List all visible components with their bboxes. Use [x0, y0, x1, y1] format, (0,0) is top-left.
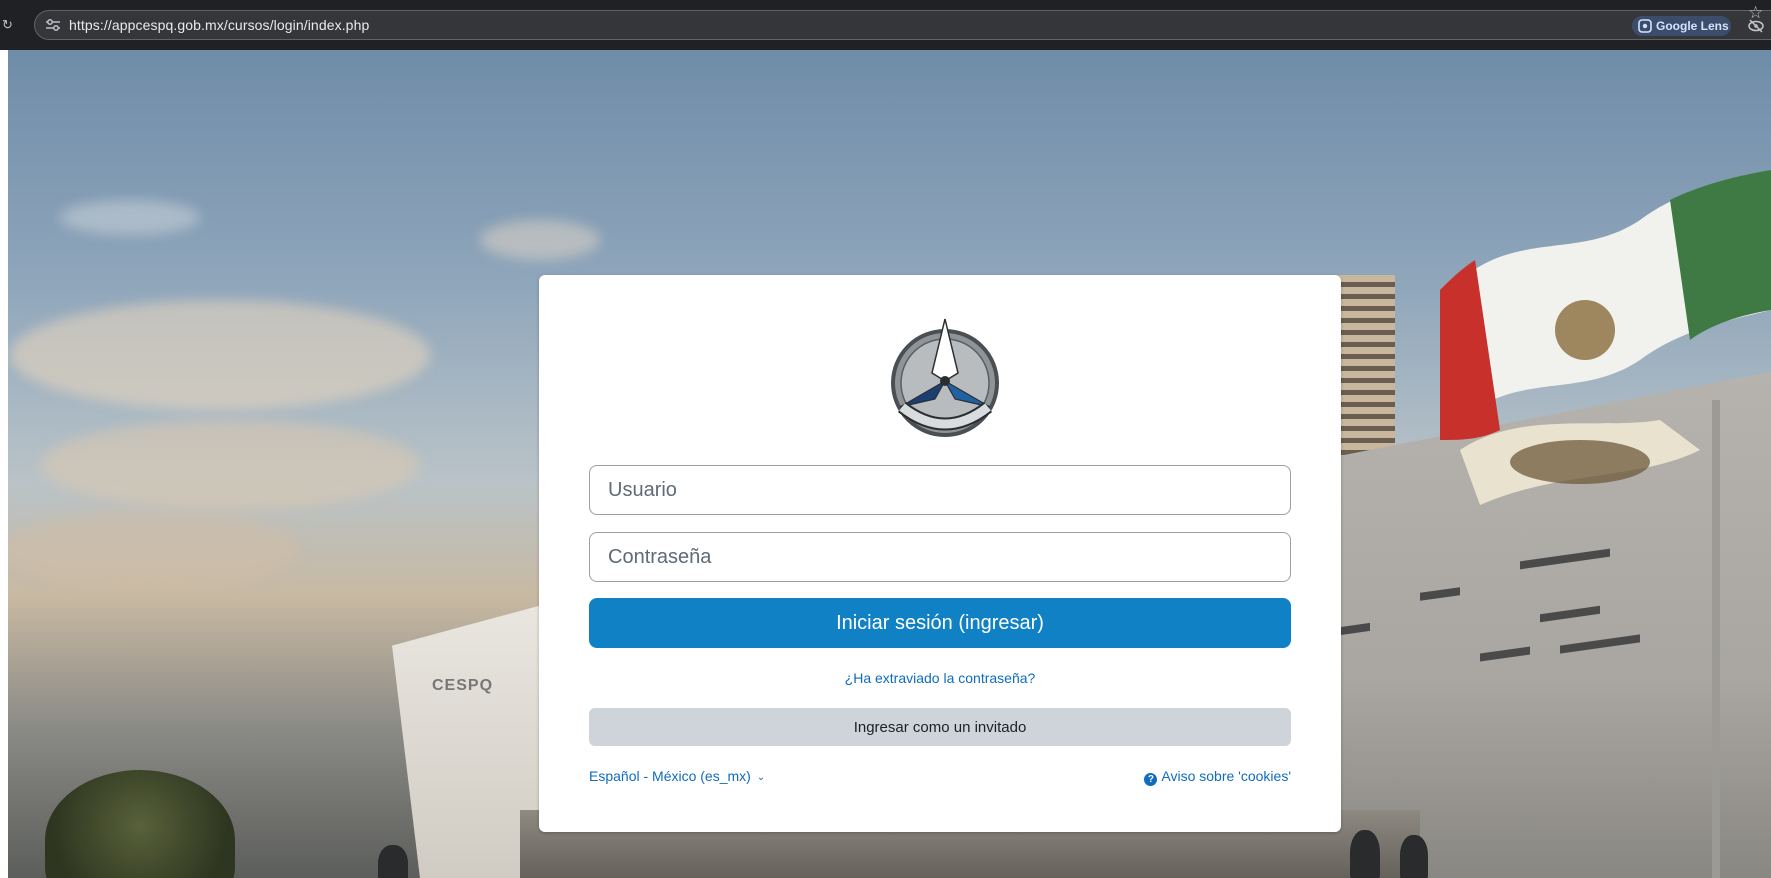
language-label: Español - México (es_mx): [589, 768, 751, 784]
reload-icon[interactable]: ↻: [2, 18, 13, 32]
login-button[interactable]: Iniciar sesión (ingresar): [589, 598, 1291, 648]
tree: [45, 770, 235, 878]
google-lens-label: Google Lens: [1656, 19, 1729, 33]
url-text[interactable]: https://appcespq.gob.mx/cursos/login/ind…: [69, 17, 369, 33]
login-card: Iniciar sesión (ingresar) ¿Ha extraviado…: [539, 275, 1341, 832]
guest-login-button[interactable]: Ingresar como un invitado: [589, 708, 1291, 746]
language-selector[interactable]: Español - México (es_mx) ⌄: [589, 768, 765, 784]
cookies-label: Aviso sobre 'cookies': [1161, 768, 1291, 784]
forgot-password-link[interactable]: ¿Ha extraviado la contraseña?: [539, 670, 1341, 686]
cookies-notice-link[interactable]: ? Aviso sobre 'cookies': [1144, 768, 1291, 786]
browser-toolbar: ↻ https://appcespq.gob.mx/cursos/login/i…: [0, 0, 1771, 50]
password-input[interactable]: [589, 532, 1291, 582]
address-bar[interactable]: https://appcespq.gob.mx/cursos/login/ind…: [34, 10, 1771, 40]
cespq-logo: [891, 318, 999, 437]
help-icon: ?: [1144, 773, 1158, 786]
tune-icon[interactable]: [45, 18, 61, 32]
google-lens-button[interactable]: Google Lens: [1632, 16, 1731, 36]
username-input[interactable]: [589, 465, 1291, 515]
building-sign: CESPQ: [432, 677, 494, 694]
google-lens-icon: [1638, 19, 1652, 33]
state-flag: [1460, 420, 1700, 505]
star-icon[interactable]: ☆: [1748, 3, 1763, 23]
chevron-down-icon: ⌄: [756, 772, 766, 783]
